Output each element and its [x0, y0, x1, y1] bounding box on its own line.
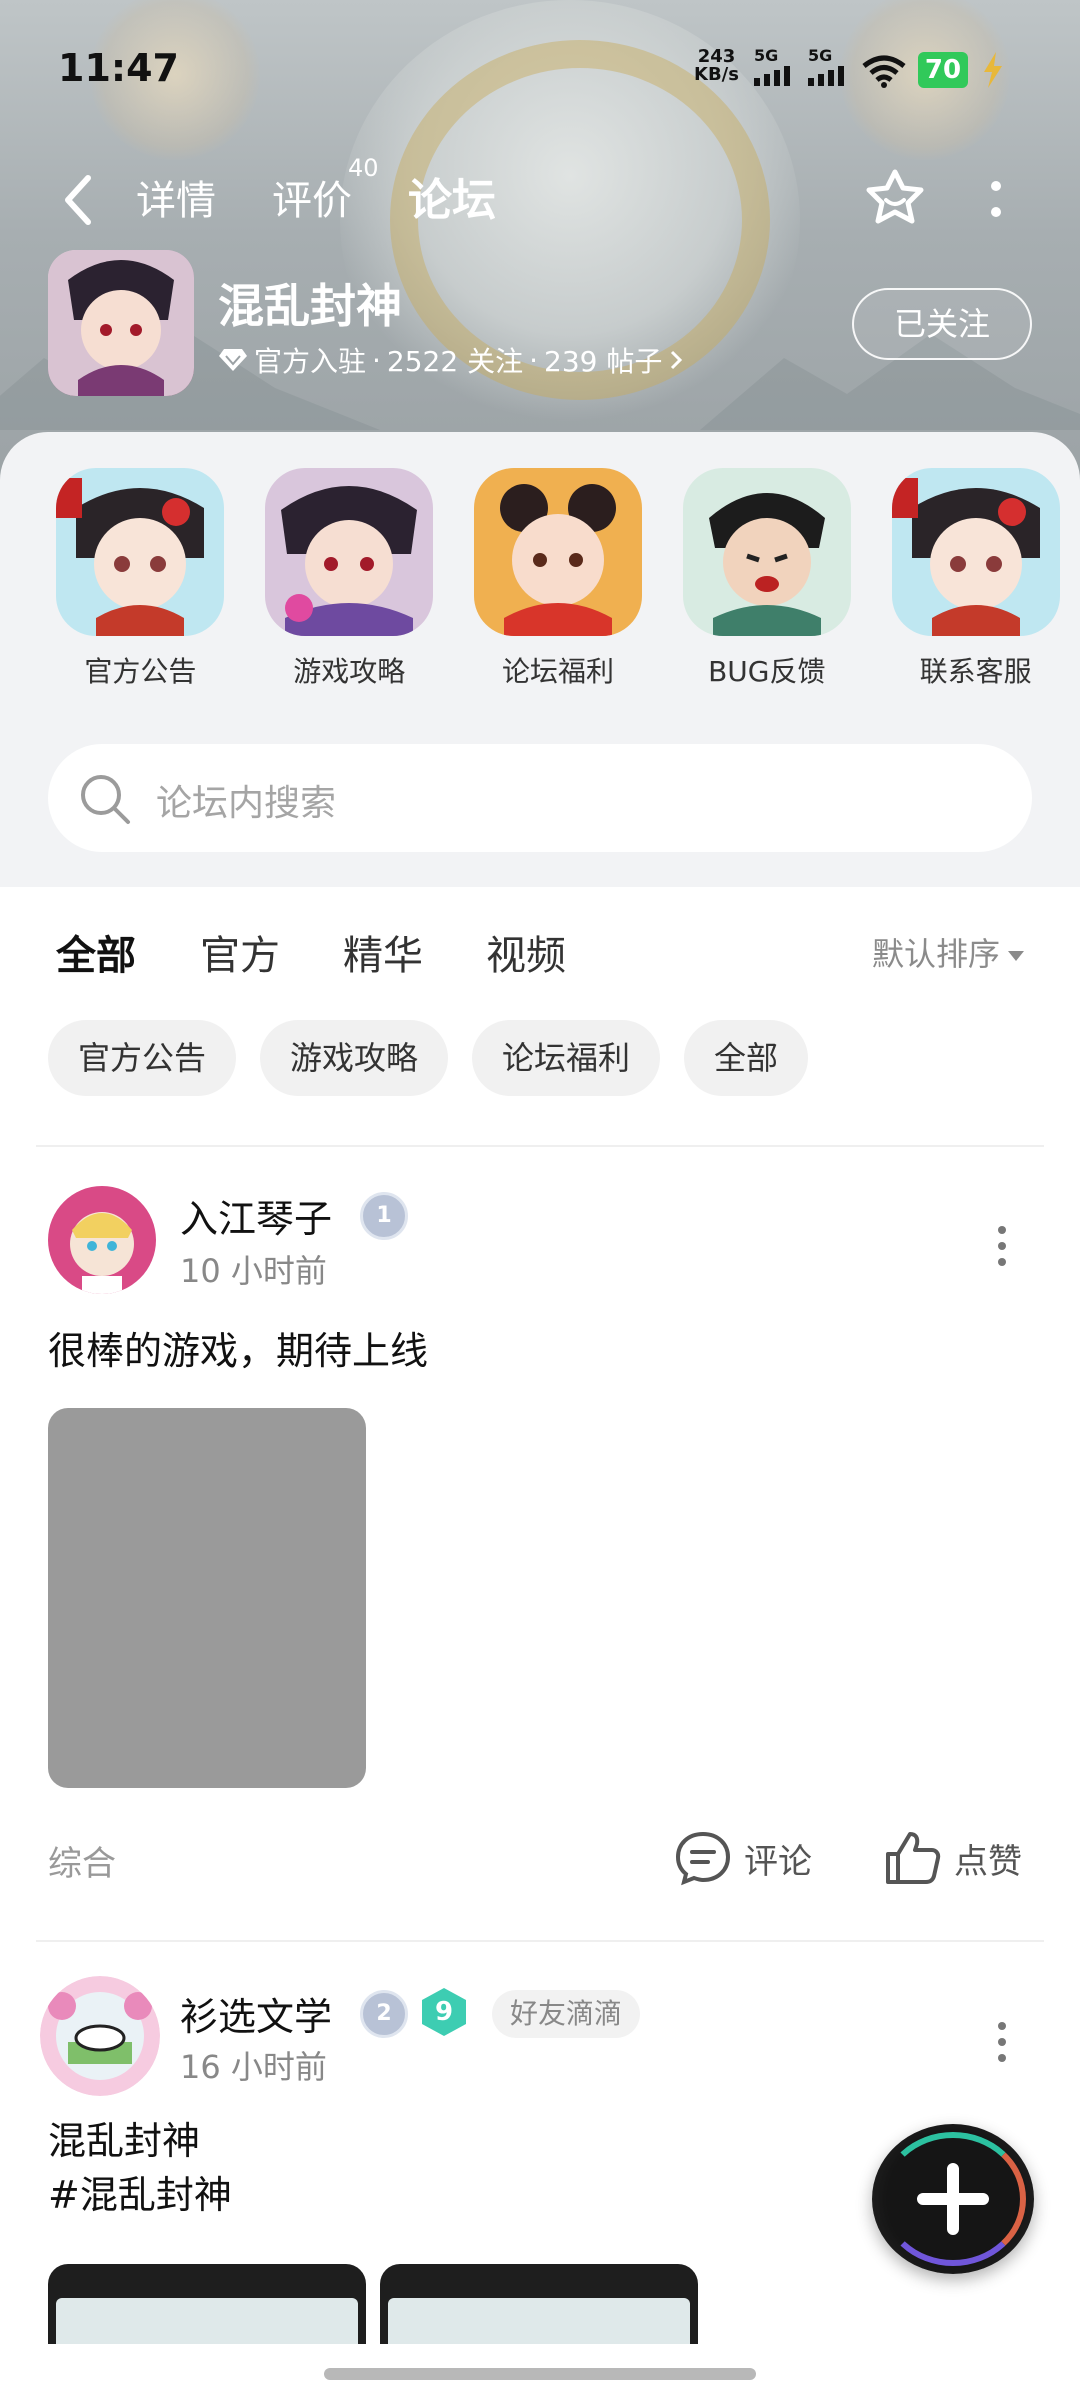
shortcut-label: 论坛福利: [501, 655, 614, 688]
filter-tab-all[interactable]: 全部: [56, 923, 136, 983]
star-badge-icon[interactable]: [862, 166, 928, 232]
network-speed: 243 KB/s: [694, 46, 739, 85]
new-post-button[interactable]: [872, 2124, 1034, 2274]
like-button[interactable]: 点赞: [884, 1830, 1022, 1886]
filter-tab-video[interactable]: 视频: [486, 923, 566, 981]
comment-label: 评论: [744, 1841, 812, 1882]
game-character-art: [48, 250, 194, 396]
signal-bars-icon: [808, 66, 844, 86]
divider: [36, 1145, 1044, 1147]
forum-shortcut-panel: 官方公告 游戏攻略 论坛福利 BUG反馈 联系客服 论坛内搜索: [0, 432, 1080, 887]
divider: [36, 1940, 1044, 1942]
search-placeholder: 论坛内搜索: [156, 783, 337, 824]
chip-announcements[interactable]: 官方公告: [48, 1020, 237, 1096]
posts-count[interactable]: 239 帖子: [544, 340, 662, 380]
like-label: 点赞: [954, 1841, 1022, 1882]
verified-label: 官方入驻: [254, 345, 367, 378]
filter-tabs: 全部 官方 精华 视频 默认排序: [0, 887, 1080, 1007]
game-icon: [48, 250, 194, 396]
chevron-right-icon: [671, 350, 683, 370]
post-category[interactable]: 综合: [48, 1836, 116, 1885]
post-text: 很棒的游戏，期待上线: [48, 1329, 429, 1373]
status-time: 11:47: [58, 46, 179, 90]
more-vertical-icon[interactable]: [996, 1224, 1008, 1268]
sim1-label: 5G: [754, 46, 779, 65]
meta-separator: ·: [372, 343, 381, 377]
diamond-verified-icon: [219, 349, 247, 371]
wifi-icon: [862, 55, 906, 88]
announcement-icon: [56, 468, 225, 636]
post-image[interactable]: [48, 1408, 366, 1788]
post-author[interactable]: 入江琴子: [180, 1188, 332, 1243]
vip-level-badge: 9: [422, 1988, 466, 2036]
status-bar: 11:47 243 KB/s 5G 5G 70: [0, 40, 1080, 100]
filter-tab-official[interactable]: 官方: [200, 923, 280, 981]
post-hashtag[interactable]: #混乱封神: [48, 2168, 232, 2222]
game-title: 混乱封神: [218, 279, 402, 333]
signal-bars-icon: [754, 66, 790, 86]
shortcut-contact-support[interactable]: 联系客服: [871, 468, 1080, 690]
comment-icon: [675, 1831, 731, 1886]
bug-report-icon: [682, 468, 851, 636]
thumbs-up-icon: [886, 1832, 941, 1884]
user-level-badge: 1: [360, 1192, 408, 1240]
battery-indicator: 70: [918, 52, 968, 88]
sim2-label: 5G: [808, 46, 833, 65]
chip-guides[interactable]: 游戏攻略: [260, 1020, 449, 1096]
shortcut-label: 官方公告: [84, 655, 197, 688]
caret-down-icon: [1008, 951, 1025, 961]
comment-button[interactable]: 评论: [674, 1830, 812, 1886]
user-level-badge: 2: [360, 1990, 408, 2038]
shortcut-bug-report[interactable]: BUG反馈: [662, 468, 871, 690]
post-time: 10 小时前: [180, 1252, 327, 1290]
search-icon: [81, 775, 130, 824]
sort-dropdown[interactable]: 默认排序: [872, 929, 1025, 975]
guide-icon: [265, 468, 434, 636]
shortcut-announcements[interactable]: 官方公告: [36, 468, 245, 690]
charging-bolt-icon: [984, 52, 1002, 88]
shortcut-row: 官方公告 游戏攻略 论坛福利 BUG反馈 联系客服: [36, 468, 1080, 690]
sort-label: 默认排序: [872, 935, 1001, 973]
user-tag: 好友滴滴: [492, 1990, 641, 2038]
tab-forum[interactable]: 论坛: [408, 164, 496, 228]
filter-tab-featured[interactable]: 精华: [343, 923, 423, 981]
post-image[interactable]: [48, 2264, 366, 2344]
shortcut-guides[interactable]: 游戏攻略: [245, 468, 454, 690]
more-vertical-icon[interactable]: [996, 2020, 1008, 2064]
tab-reviews[interactable]: 评价: [272, 168, 352, 226]
shortcut-label: 联系客服: [919, 655, 1032, 688]
forum-search-bar[interactable]: 论坛内搜索: [48, 744, 1032, 852]
category-chips: 官方公告 游戏攻略 论坛福利 全部: [48, 1020, 809, 1096]
chip-all[interactable]: 全部: [684, 1020, 809, 1096]
followers-count: 2522 关注: [386, 345, 524, 378]
reviews-count-badge: 40: [348, 154, 379, 182]
plus-icon: [917, 2163, 989, 2235]
top-navigation: 详情 评价 40 论坛: [0, 154, 1080, 240]
meta-separator: ·: [529, 343, 538, 377]
follow-button[interactable]: 已关注: [852, 288, 1032, 360]
post-author[interactable]: 衫选文学: [180, 1986, 332, 2041]
shortcut-label: BUG反馈: [708, 655, 826, 688]
benefits-icon: [473, 468, 642, 636]
post-image[interactable]: [380, 2264, 698, 2344]
shortcut-label: 游戏攻略: [293, 655, 406, 688]
game-meta: 官方入驻 · 2522 关注 · 239 帖子: [218, 340, 684, 380]
post-time: 16 小时前: [180, 2048, 327, 2086]
support-icon: [891, 468, 1060, 636]
avatar[interactable]: [40, 1976, 160, 2096]
home-indicator[interactable]: [324, 2368, 756, 2380]
back-arrow-icon[interactable]: [58, 172, 98, 228]
shortcut-benefits[interactable]: 论坛福利: [454, 468, 663, 690]
chip-benefits[interactable]: 论坛福利: [472, 1020, 661, 1096]
avatar[interactable]: [48, 1186, 156, 1294]
more-vertical-icon[interactable]: [986, 176, 1006, 226]
tab-details[interactable]: 详情: [136, 168, 216, 226]
post-title: 混乱封神: [48, 2119, 201, 2163]
